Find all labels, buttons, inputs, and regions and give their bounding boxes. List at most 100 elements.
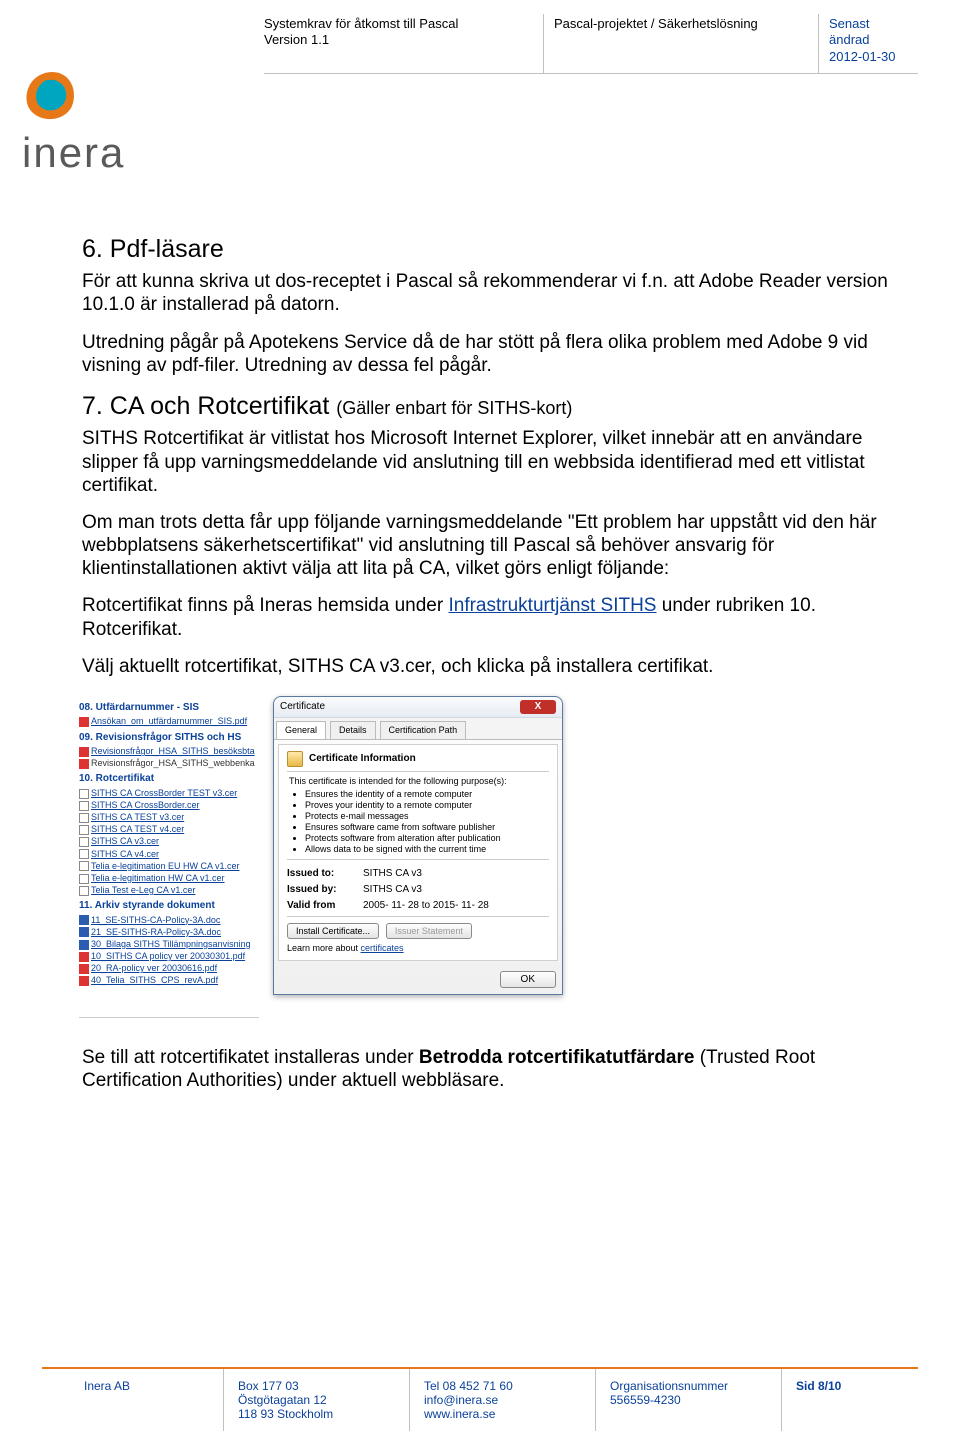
certificate-tabs: General Details Certification Path [274,718,562,740]
cert-button-row: Install Certificate... Issuer Statement [287,923,549,939]
sidebar-link[interactable]: Telia Test e-Leg CA v1.cer [79,884,259,896]
section-7-p3-pre: Rotcertifikat finns på Ineras hemsida un… [82,595,448,616]
cert-icon [79,789,89,799]
header-col-3: Senast ändrad 2012-01-30 [819,14,918,74]
footer-address: Box 177 03 Östgötagatan 12 118 93 Stockh… [224,1369,410,1431]
pdf-icon [79,964,89,974]
sidebar-link[interactable]: SITHS CA CrossBorder.cer [79,799,259,811]
section-7-p3: Rotcertifikat finns på Ineras hemsida un… [82,594,918,640]
link-learn-certificates[interactable]: certificates [361,943,404,953]
sidebar-link[interactable]: SITHS CA v3.cer [79,835,259,847]
section-7-p1: SITHS Rotcertifikat är vitlistat hos Mic… [82,427,918,497]
pdf-icon [79,952,89,962]
sidebar-link[interactable]: SITHS CA v4.cer [79,848,259,860]
cert-ok-row: OK [274,965,562,994]
header-col-2: Pascal-projektet / Säkerhetslösning [544,14,819,74]
cert-valid: Valid from2005- 11- 28 to 2015- 11- 28 [287,900,549,912]
sidebar-link[interactable]: SITHS CA TEST v4.cer [79,823,259,835]
sidebar-h-08: 08. Utfärdarnummer - SIS [79,701,259,715]
section-7-p4: Välj aktuellt rotcertifikat, SITHS CA v3… [82,655,918,678]
cert-purpose-item: Protects software from alteration after … [305,833,547,844]
cert-purpose-item: Ensures software came from software publ… [305,822,547,833]
cert-icon [79,801,89,811]
sidebar-link[interactable]: Telia e-legitimation HW CA v1.cer [79,872,259,884]
link-infrastrukturtjanst-siths[interactable]: Infrastrukturtjänst SITHS [448,595,656,616]
cert-purpose-item: Ensures the identity of a remote compute… [305,789,547,800]
issuer-statement-button[interactable]: Issuer Statement [386,923,472,939]
close-icon[interactable]: X [520,700,556,714]
sidebar-link[interactable]: Revisionsfrågor_HSA_SITHS_besöksbta [79,745,259,757]
cert-icon [79,849,89,859]
sidebar-link[interactable]: SITHS CA TEST v3.cer [79,811,259,823]
cert-purpose-item: Protects e-mail messages [305,811,547,822]
pdf-icon [79,759,89,769]
sidebar-link[interactable]: 20_RA-policy ver 20030616.pdf [79,962,259,974]
webpage-sidebar: 08. Utfärdarnummer - SIS Ansökan_om_utfä… [79,696,259,1018]
footer-org: Organisationsnummer 556559-4230 [596,1369,782,1431]
section-7-heading-sub: (Gäller enbart för SITHS-kort) [336,398,572,418]
logo-icon [22,70,82,124]
logo: inera [22,70,125,177]
install-certificate-button[interactable]: Install Certificate... [287,923,379,939]
tab-details[interactable]: Details [330,721,376,739]
section-7-heading: 7. CA och Rotcertifikat (Gäller enbart f… [82,391,918,422]
sidebar-h-11: 11. Arkiv styrande dokument [79,899,259,913]
sidebar-link[interactable]: 30_Bilaga SITHS Tillämpningsanvisning [79,938,259,950]
cert-issued-to: Issued to:SITHS CA v3 [287,868,549,880]
header-doc-title: Systemkrav för åtkomst till Pascal [264,16,458,31]
pdf-icon [79,717,89,727]
sidebar-h-09: 09. Revisionsfrågor SITHS och HS [79,731,259,745]
sidebar-link[interactable]: 40_Telia_SITHS_CPS_revA.pdf [79,974,259,986]
cert-icon [79,886,89,896]
tab-general[interactable]: General [276,721,326,739]
section-7-p2: Om man trots detta får upp följande varn… [82,511,918,581]
page-header: Systemkrav för åtkomst till Pascal Versi… [42,14,918,74]
sidebar-link[interactable]: Ansökan_om_utfärdarnummer_SIS.pdf [79,715,259,727]
sidebar-link[interactable]: Revisionsfrågor_HSA_SITHS_webbenka [79,757,259,769]
pdf-icon [79,747,89,757]
document-body: 6. Pdf-läsare För att kunna skriva ut do… [82,234,918,1092]
certificate-body: Certificate Information This certificate… [278,744,558,961]
certificate-title: Certificate [280,701,325,713]
pdf-icon [79,976,89,986]
sidebar-link[interactable]: 10_SITHS CA policy ver 20030301.pdf [79,950,259,962]
section-6-p2: Utredning pågår på Apotekens Service då … [82,331,918,377]
certificate-info-heading: Certificate Information [287,751,549,767]
certificate-badge-icon [287,751,303,767]
doc-icon [79,927,89,937]
embedded-screenshot: 08. Utfärdarnummer - SIS Ansökan_om_utfä… [79,696,566,1018]
cert-icon [79,837,89,847]
trailer-bold: Betrodda rotcertifikatutfärdare [419,1047,695,1068]
certificate-purpose-box: This certificate is intended for the fol… [287,771,549,860]
sidebar-link[interactable]: Telia e-legitimation EU HW CA v1.cer [79,860,259,872]
cert-issued-by: Issued by:SITHS CA v3 [287,884,549,896]
footer-company: Inera AB [42,1369,224,1431]
footer-contact: Tel 08 452 71 60 info@inera.se www.inera… [410,1369,596,1431]
sidebar-link[interactable]: SITHS CA CrossBorder TEST v3.cer [79,787,259,799]
header-modified-label: Senast ändrad [829,16,869,47]
section-6-heading: 6. Pdf-läsare [82,234,918,265]
certificate-dialog: Certificate X General Details Certificat… [273,696,563,995]
certificate-titlebar: Certificate X [274,697,562,718]
certificate-intended-label: This certificate is intended for the fol… [289,776,547,787]
tab-certpath[interactable]: Certification Path [380,721,467,739]
sidebar-link[interactable]: 21_SE-SITHS-RA-Policy-3A.doc [79,926,259,938]
doc-icon [79,915,89,925]
cert-icon [79,813,89,823]
cert-icon [79,861,89,871]
footer-page: Sid 8/10 [782,1369,918,1431]
page-footer: Inera AB Box 177 03 Östgötagatan 12 118 … [42,1367,918,1431]
doc-icon [79,940,89,950]
section-6-p1: För att kunna skriva ut dos-receptet i P… [82,270,918,316]
cert-divider [287,916,549,917]
sidebar-h-10: 10. Rotcertifikat [79,772,259,786]
cert-purpose-item: Allows data to be signed with the curren… [305,844,547,855]
section-7-heading-main: 7. CA och Rotcertifikat [82,392,336,420]
ok-button[interactable]: OK [500,971,556,988]
header-col-1: Systemkrav för åtkomst till Pascal Versi… [264,14,544,74]
logo-text: inera [22,129,125,177]
sidebar-link[interactable]: 11_SE-SITHS-CA-Policy-3A.doc [79,914,259,926]
header-project: Pascal-projektet / Säkerhetslösning [554,16,758,31]
cert-icon [79,825,89,835]
header-modified-date: 2012-01-30 [829,49,896,64]
